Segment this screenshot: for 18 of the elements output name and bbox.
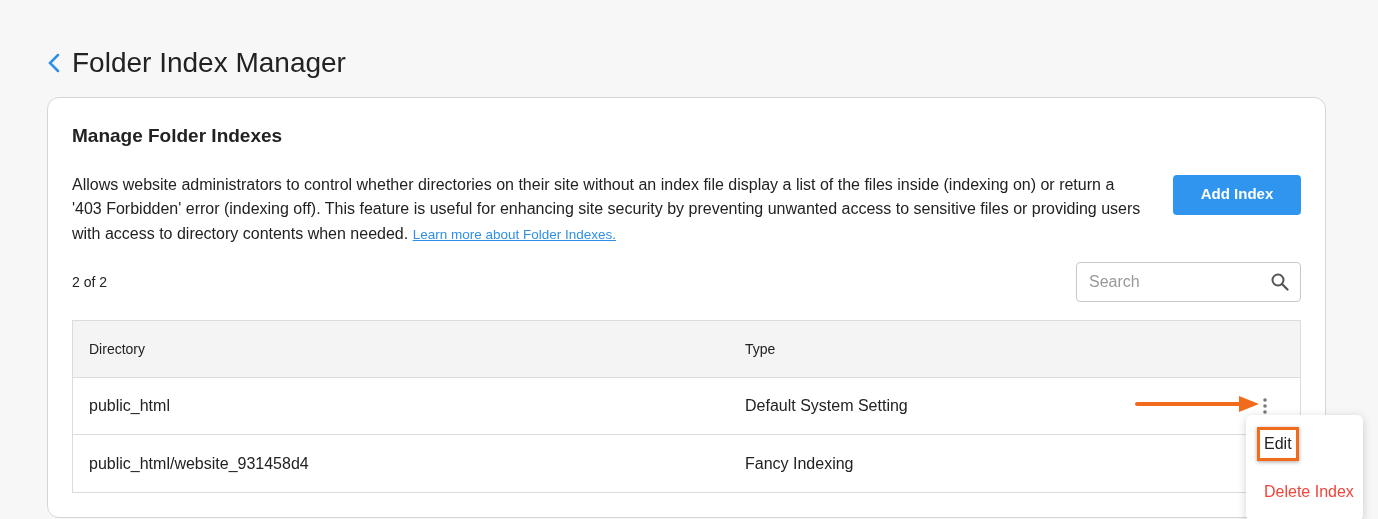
add-index-button[interactable]: Add Index xyxy=(1173,174,1301,215)
description-text: Allows website administrators to control whether directories on their site without an index file display a list of the files inside (indexing on) or return a '403 Forbidden' error (indexing off). This feature is useful for enhancing site security by preventing unwanted access to sensitive files or providing users with access to directory contents when needed. Learn more about Folder Indexes. xyxy=(72,174,1142,244)
learn-more-link[interactable]: Learn more about Folder Indexes. xyxy=(412,226,616,242)
table-cell-text: Default System Setting xyxy=(745,396,908,416)
table-cell-text: public_html xyxy=(89,396,171,416)
search-field[interactable]: Search xyxy=(1076,262,1301,302)
column-header: Type xyxy=(745,339,776,359)
search-icon[interactable] xyxy=(1271,273,1289,291)
more-options-icon[interactable] xyxy=(1263,398,1267,414)
menu-item[interactable]: Delete Index xyxy=(1257,475,1361,509)
menu-item[interactable]: Edit xyxy=(1257,427,1299,461)
table-cell-text: public_html/website_931458d4 xyxy=(89,453,310,474)
back-icon[interactable] xyxy=(48,53,60,73)
card-heading: Manage Folder Indexes xyxy=(72,124,284,148)
page-title: Folder Index Manager xyxy=(72,49,346,77)
table-cell-text: Fancy Indexing xyxy=(745,453,854,474)
result-count: 2 of 2 xyxy=(72,272,108,292)
column-header: Directory xyxy=(89,339,146,359)
